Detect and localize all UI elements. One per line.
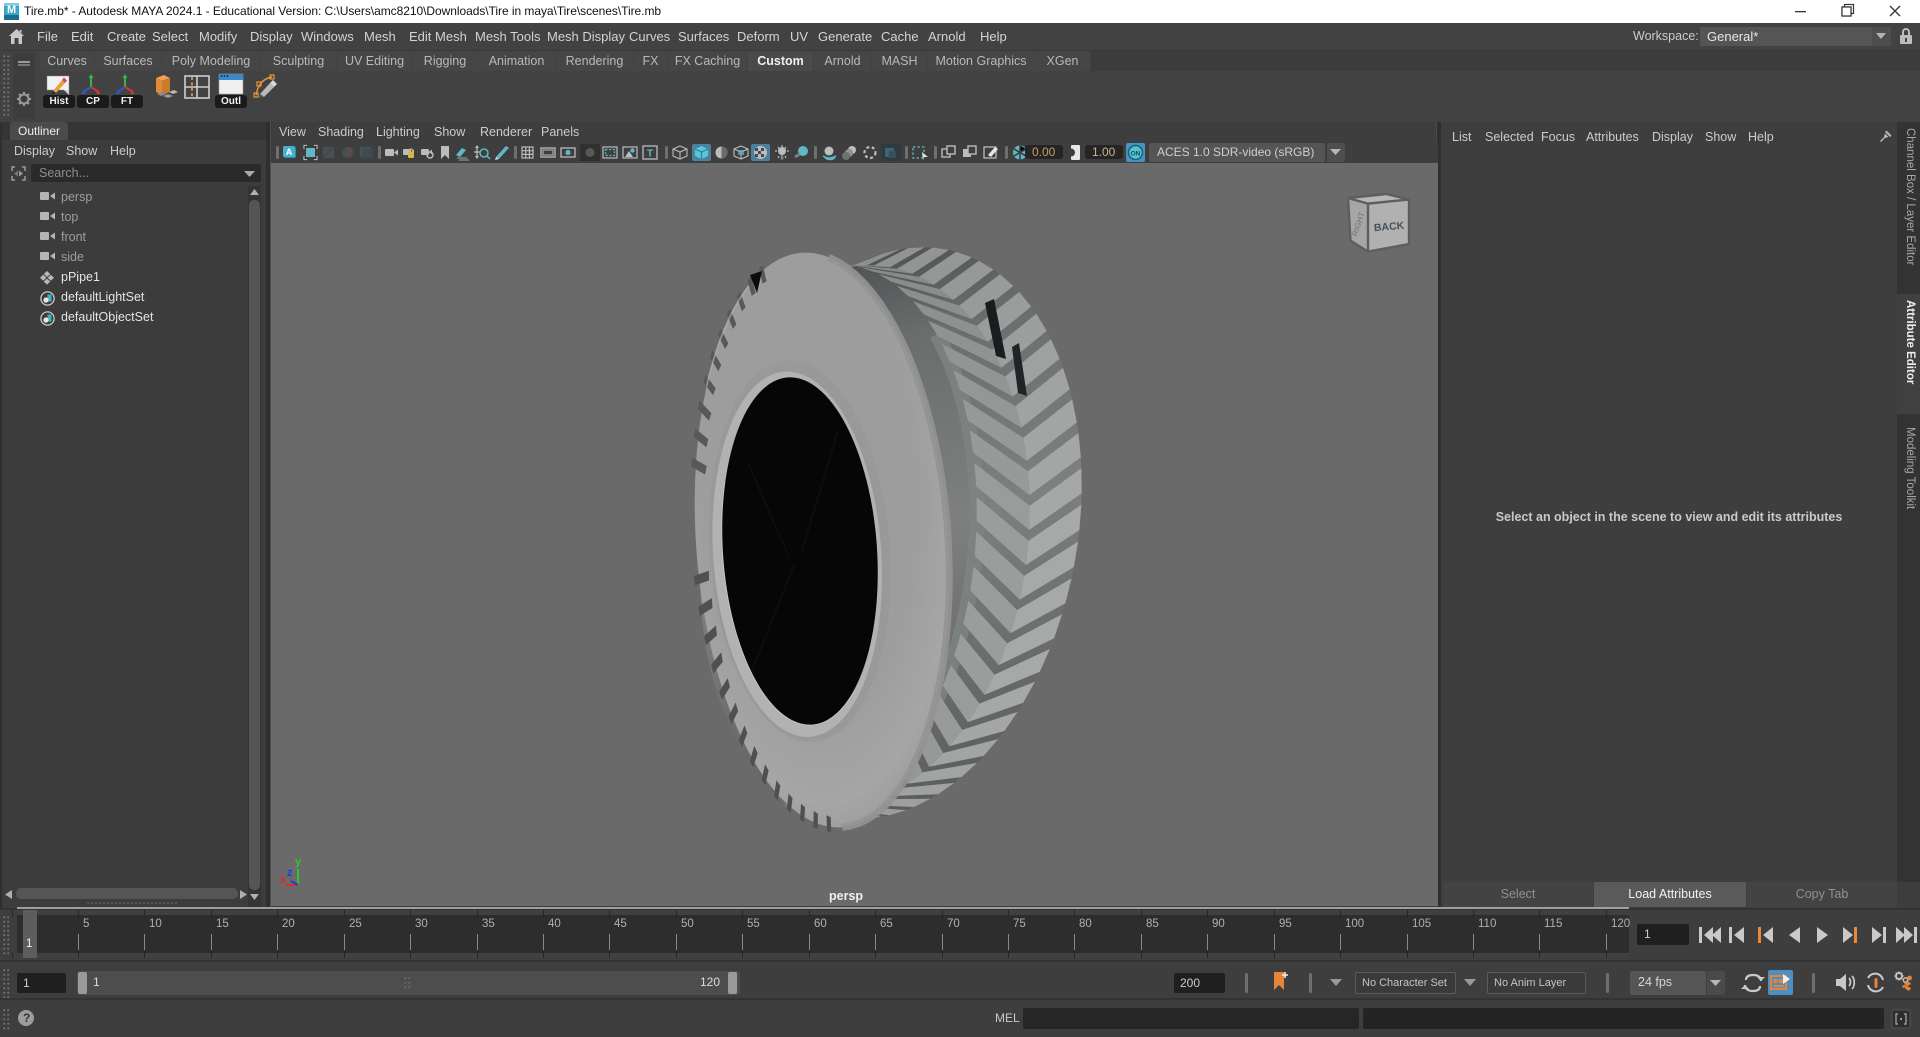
svg-text:T: T	[647, 149, 653, 160]
svg-text:y: y	[295, 856, 302, 868]
svg-text:A: A	[286, 147, 293, 157]
svg-text:z: z	[287, 867, 293, 879]
svg-text:x: x	[280, 874, 287, 886]
svg-text:ON: ON	[1131, 151, 1141, 158]
